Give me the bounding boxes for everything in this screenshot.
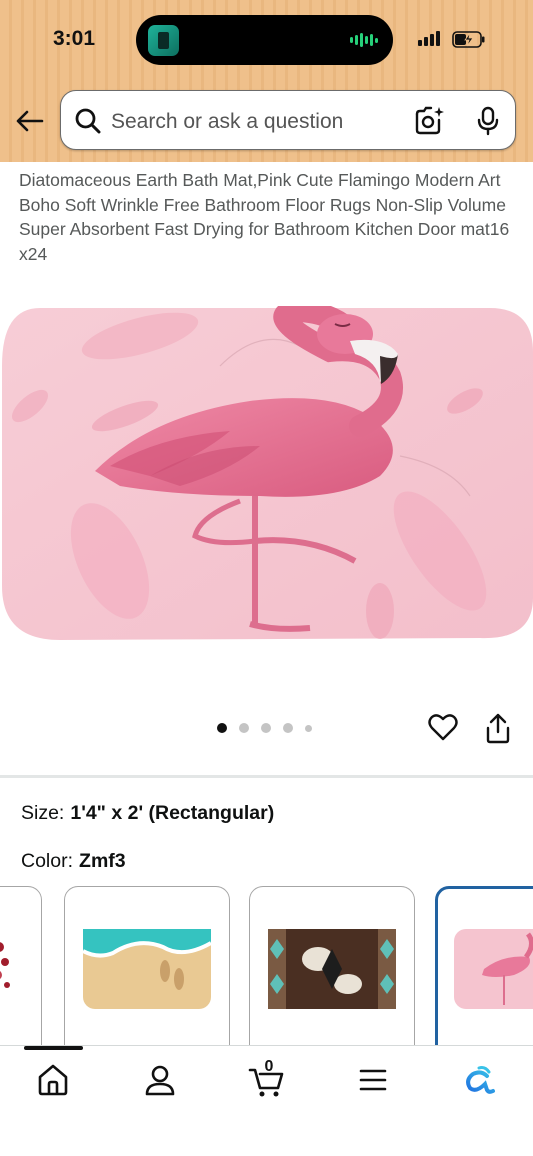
color-option: Color: Zmf3 bbox=[21, 850, 126, 873]
search-input[interactable]: Search or ask a question bbox=[111, 110, 343, 134]
swatch-image bbox=[83, 929, 211, 1009]
swatch-beach-footprints-mat[interactable] bbox=[64, 886, 230, 1056]
microphone-icon[interactable] bbox=[475, 106, 501, 136]
carousel-dot[interactable] bbox=[283, 723, 293, 733]
product-image-flamingo-mat[interactable] bbox=[0, 306, 533, 640]
swatch-cowhide-aztec-mat[interactable] bbox=[249, 886, 415, 1056]
search-icon bbox=[75, 108, 101, 134]
image-carousel-dots[interactable] bbox=[217, 723, 312, 733]
carousel-dot[interactable] bbox=[239, 723, 249, 733]
app-header: 3:01 Search or ask a question bbox=[0, 0, 533, 162]
status-time: 3:01 bbox=[53, 27, 96, 50]
swatch-image bbox=[268, 929, 396, 1009]
camera-lens-icon[interactable] bbox=[413, 105, 445, 137]
swatch-red-pattern-mat[interactable] bbox=[0, 886, 42, 1056]
home-icon[interactable] bbox=[35, 1062, 71, 1098]
heart-icon[interactable] bbox=[428, 712, 458, 742]
size-option: Size: 1'4" x 2' (Rectangular) bbox=[21, 802, 274, 825]
search-bar[interactable]: Search or ask a question bbox=[60, 90, 516, 150]
active-tab-indicator bbox=[24, 1046, 83, 1050]
audio-wave-icon bbox=[350, 33, 378, 47]
cart-count-badge: 0 bbox=[264, 1058, 274, 1075]
account-icon[interactable] bbox=[142, 1062, 178, 1098]
color-label: Color: bbox=[21, 850, 74, 872]
share-icon[interactable] bbox=[485, 712, 511, 744]
live-activity-app-icon bbox=[148, 25, 179, 56]
cellular-signal-icon bbox=[418, 31, 440, 46]
menu-icon[interactable] bbox=[355, 1062, 391, 1098]
color-swatch-list[interactable] bbox=[0, 886, 533, 1056]
rufus-icon[interactable] bbox=[461, 1062, 497, 1098]
size-value: 1'4" x 2' (Rectangular) bbox=[70, 802, 275, 824]
swatch-image bbox=[454, 929, 533, 1009]
section-divider bbox=[0, 775, 533, 778]
product-title[interactable]: Diatomaceous Earth Bath Mat,Pink Cute Fl… bbox=[19, 168, 519, 266]
color-value: Zmf3 bbox=[79, 850, 126, 872]
bottom-navigation: 0 bbox=[0, 1045, 533, 1156]
carousel-dot-active[interactable] bbox=[217, 723, 227, 733]
carousel-dot[interactable] bbox=[305, 724, 312, 732]
dynamic-island bbox=[136, 15, 393, 65]
swatch-pink-flamingo-mat[interactable] bbox=[435, 886, 533, 1056]
swatch-image bbox=[0, 942, 10, 988]
size-label: Size: bbox=[21, 802, 65, 824]
carousel-dot[interactable] bbox=[261, 723, 271, 733]
back-arrow-icon[interactable] bbox=[14, 108, 46, 134]
battery-charging-icon bbox=[452, 31, 485, 48]
